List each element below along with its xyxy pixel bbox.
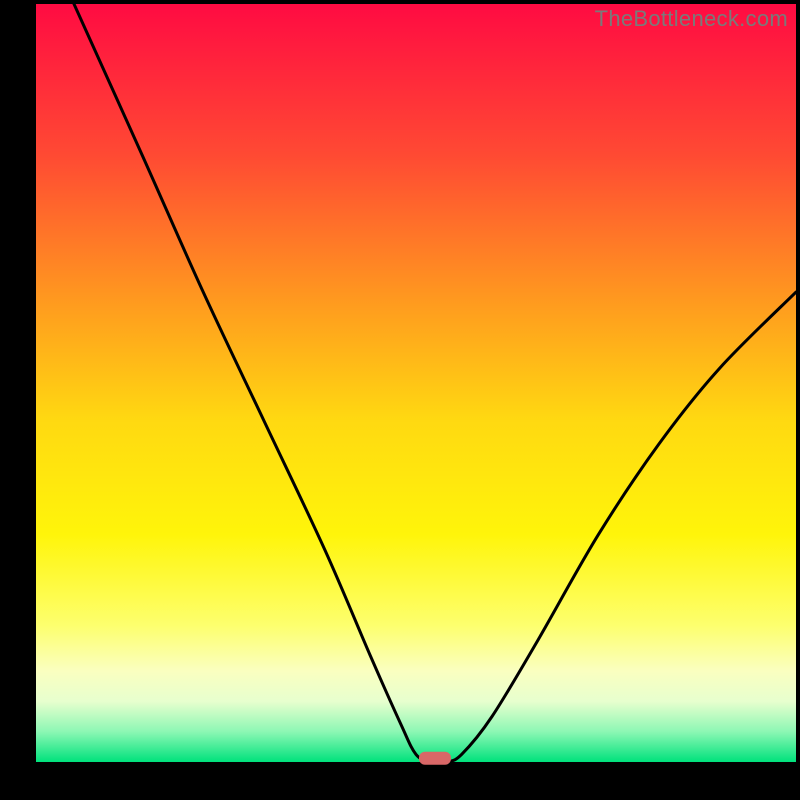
chart-frame: TheBottleneck.com (0, 0, 800, 800)
bottleneck-chart (0, 0, 800, 800)
plot-background (36, 4, 796, 762)
watermark-text: TheBottleneck.com (595, 6, 788, 32)
optimal-marker (419, 752, 451, 765)
